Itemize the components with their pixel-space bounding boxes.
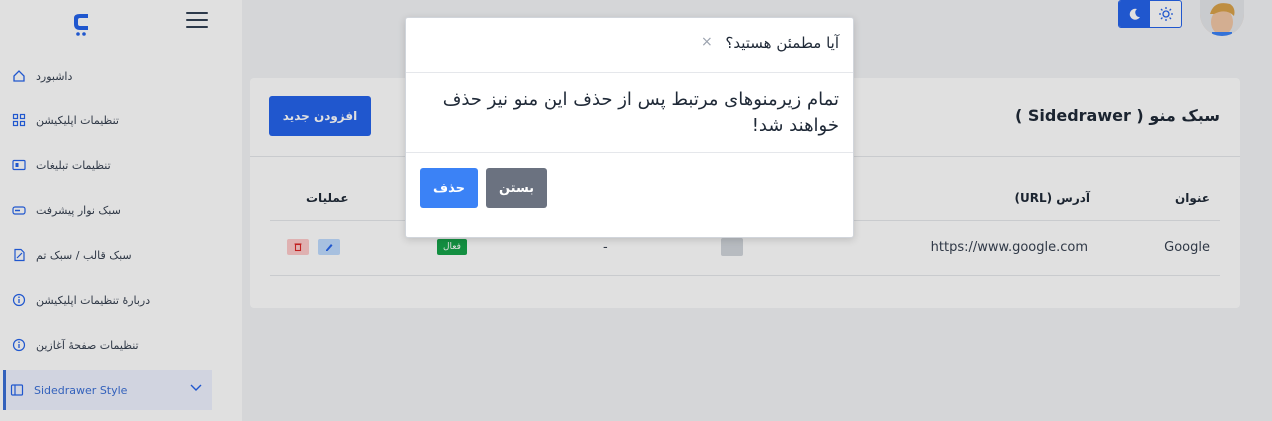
- dialog-body: تمام زیرمنوهای مرتبط پس از حذف این منو ن…: [406, 73, 853, 153]
- dialog-header: آیا مطمئن هستید؟ ×: [406, 18, 853, 73]
- close-icon[interactable]: ×: [701, 34, 713, 50]
- dialog-title: آیا مطمئن هستید؟: [725, 34, 839, 52]
- confirm-delete-button[interactable]: حذف: [420, 168, 478, 208]
- dialog-message: تمام زیرمنوهای مرتبط پس از حذف این منو ن…: [442, 89, 839, 136]
- confirm-dialog: آیا مطمئن هستید؟ × تمام زیرمنوهای مرتبط …: [405, 17, 854, 238]
- dialog-close-button[interactable]: بستن: [486, 168, 547, 208]
